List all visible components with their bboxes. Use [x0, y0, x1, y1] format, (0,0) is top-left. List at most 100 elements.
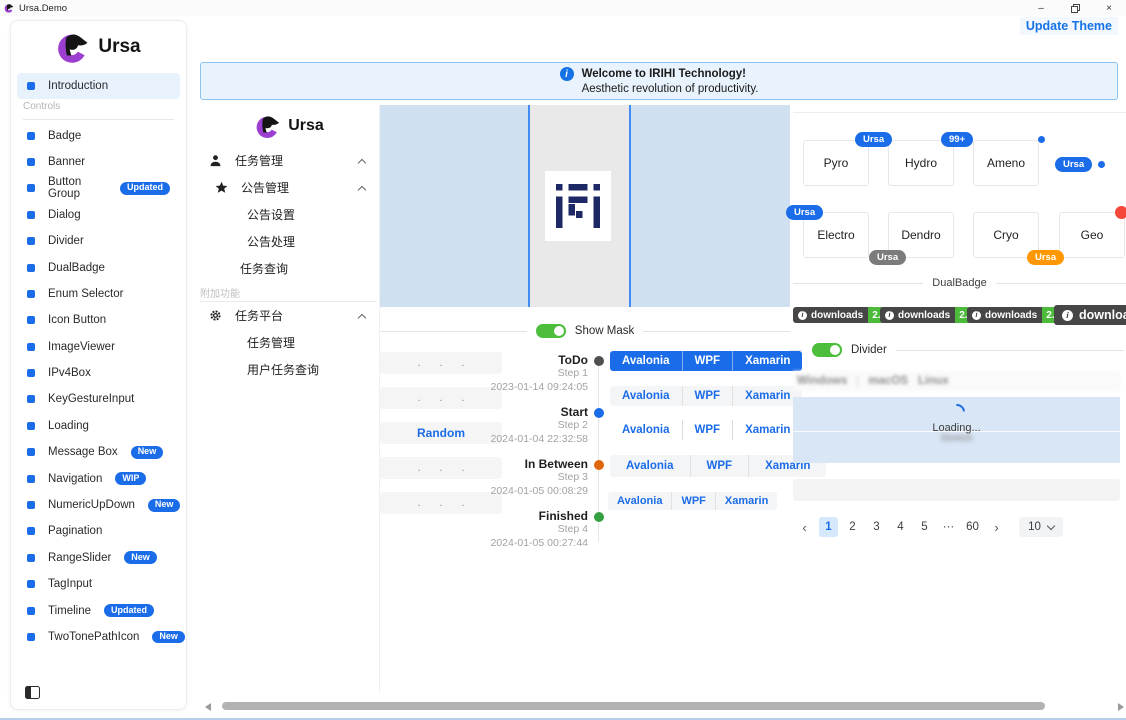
sidebar-item-icon-button[interactable]: Icon Button — [17, 307, 180, 333]
badge-card-ameno: Ameno — [973, 140, 1039, 186]
page-button-5[interactable]: 5 — [915, 517, 934, 537]
timeline-dot — [594, 460, 604, 470]
avalonia-button[interactable]: Avalonia — [610, 351, 682, 371]
sidebar-item-enum-selector[interactable]: Enum Selector — [17, 281, 180, 307]
close-button[interactable]: × — [1092, 0, 1126, 16]
timeline-item-finished: Finished Step 4 2024-01-05 00:27:44 — [430, 509, 588, 550]
sidebar-logo: Ursa — [11, 21, 186, 73]
os-button-group-blurred: Windows macOS Linux — [793, 371, 1120, 391]
show-mask-toggle[interactable] — [536, 324, 566, 338]
wpf-button[interactable]: WPF — [682, 386, 733, 406]
xamarin-button[interactable]: Xamarin — [732, 386, 802, 406]
linux-button[interactable]: Linux — [918, 375, 949, 387]
red-badge — [1115, 206, 1126, 219]
sidebar-item-keygestureinput[interactable]: KeyGestureInput — [17, 386, 180, 412]
sidebar-item-numericupdown[interactable]: NumericUpDownNew — [17, 492, 180, 518]
bullet-icon — [27, 501, 35, 509]
avalonia-button[interactable]: Avalonia — [610, 386, 682, 406]
sidebar-item-imageviewer[interactable]: ImageViewer — [17, 334, 180, 360]
sidebar-item-loading[interactable]: Loading — [17, 413, 180, 439]
sidebar-item-dualbadge[interactable]: DualBadge — [17, 254, 180, 280]
menu-item-task-query[interactable]: 任务查询 — [200, 255, 379, 282]
sidebar-item-dialog[interactable]: Dialog — [17, 202, 180, 228]
dualbadge-divider-label: DualBadge — [932, 277, 986, 289]
badge-card-geo: Geo — [1059, 212, 1125, 258]
wpf-button[interactable]: WPF — [671, 492, 714, 510]
timeline-item-in-between: In Between Step 3 2024-01-05 00:08:29 — [430, 457, 588, 498]
maximize-button[interactable] — [1058, 0, 1092, 16]
page-size-dropdown[interactable]: 10 — [1019, 517, 1063, 537]
sidebar-item-badge[interactable]: Badge — [17, 122, 180, 148]
wpf-button[interactable]: WPF — [690, 455, 749, 477]
prev-page-button[interactable]: ‹ — [795, 517, 814, 537]
scroll-right-icon[interactable] — [1118, 703, 1124, 711]
wpf-button[interactable]: WPF — [682, 351, 733, 371]
page-button-1[interactable]: 1 — [819, 517, 838, 537]
menu-item-notice-settings[interactable]: 公告设置 — [200, 201, 379, 228]
info-icon: i — [798, 311, 807, 320]
avalonia-button[interactable]: Avalonia — [610, 420, 682, 440]
info-icon: i — [1062, 310, 1073, 321]
ursa-badge-orange: Ursa — [1027, 250, 1064, 265]
bullet-icon — [27, 343, 35, 351]
page-button-4[interactable]: 4 — [891, 517, 910, 537]
chevron-up-icon — [358, 186, 366, 194]
sidebar-item-divider[interactable]: Divider — [17, 228, 180, 254]
avalonia-button[interactable]: Avalonia — [610, 455, 690, 477]
sidebar-item-taginput[interactable]: TagInput — [17, 571, 180, 597]
menu-item-task-platform[interactable]: 任务平台 — [200, 302, 379, 329]
divider-line — [643, 331, 790, 332]
info-icon: i — [972, 311, 981, 320]
update-theme-button[interactable]: Update Theme — [1020, 17, 1118, 35]
sidebar-item-timeline[interactable]: TimelineUpdated — [17, 597, 180, 623]
menu-item-task-management-2[interactable]: 任务管理 — [200, 329, 379, 356]
bullet-icon — [27, 316, 35, 324]
image-viewer[interactable] — [380, 105, 790, 307]
xamarin-button[interactable]: Xamarin — [715, 492, 777, 510]
wpf-button[interactable]: WPF — [682, 420, 733, 440]
timeline-dot — [594, 408, 604, 418]
chevron-down-icon — [1047, 522, 1055, 530]
xamarin-button[interactable]: Xamarin — [732, 420, 802, 440]
horizontal-scrollbar[interactable] — [200, 700, 1126, 713]
menu-item-task-management[interactable]: 任务管理 — [200, 147, 379, 174]
divider-toggle[interactable] — [812, 343, 842, 357]
scroll-left-icon[interactable] — [205, 703, 211, 711]
sidebar-item-banner[interactable]: Banner — [17, 149, 180, 175]
sidebar-item-introduction[interactable]: Introduction — [17, 73, 180, 99]
spinner-icon — [945, 401, 968, 424]
button-group-solid: Avalonia WPF Xamarin — [610, 351, 802, 371]
loading-text: Loading... — [793, 422, 1120, 434]
page-ellipsis[interactable]: ··· — [939, 517, 958, 537]
sidebar-collapse-icon[interactable] — [25, 686, 40, 699]
page-button-3[interactable]: 3 — [867, 517, 886, 537]
sidebar-item-navigation[interactable]: NavigationWIP — [17, 465, 180, 491]
next-page-button[interactable]: › — [987, 517, 1006, 537]
sidebar-item-message-box[interactable]: Message BoxNew — [17, 439, 180, 465]
menu-item-user-task-query[interactable]: 用户任务查询 — [200, 356, 379, 383]
minimize-button[interactable]: – — [1024, 0, 1058, 16]
ursa-badge: Ursa — [855, 132, 892, 147]
show-mask-row: Show Mask — [380, 321, 790, 341]
sidebar-item-ipv4box[interactable]: IPv4Box — [17, 360, 180, 386]
menu-item-notice-management[interactable]: 公告管理 — [200, 174, 379, 201]
chevron-up-icon — [358, 159, 366, 167]
sidebar-item-twotonepathicon[interactable]: TwoTonePathIconNew — [17, 624, 180, 650]
avalonia-button[interactable]: Avalonia — [608, 492, 671, 510]
page-button-60[interactable]: 60 — [963, 517, 982, 537]
banner-title: Welcome to IRIHI Technology! — [582, 67, 759, 82]
status-badge: New — [148, 499, 181, 512]
divider-label: Divider — [851, 344, 887, 356]
sidebar-item-rangeslider[interactable]: RangeSliderNew — [17, 545, 180, 571]
menu-item-notice-processing[interactable]: 公告处理 — [200, 228, 379, 255]
page-button-2[interactable]: 2 — [843, 517, 862, 537]
timeline-item-todo: ToDo Step 1 2023-01-14 09:24:05 — [430, 353, 588, 394]
bullet-icon — [27, 290, 35, 298]
sidebar-item-pagination[interactable]: Pagination — [17, 518, 180, 544]
macos-button[interactable]: macOS — [868, 375, 908, 387]
sidebar-item-button-group[interactable]: Button GroupUpdated — [17, 175, 180, 201]
dot-badge — [1098, 161, 1105, 168]
scrollbar-thumb[interactable] — [222, 702, 1045, 710]
bullet-icon — [27, 369, 35, 377]
windows-button[interactable]: Windows — [797, 375, 847, 387]
